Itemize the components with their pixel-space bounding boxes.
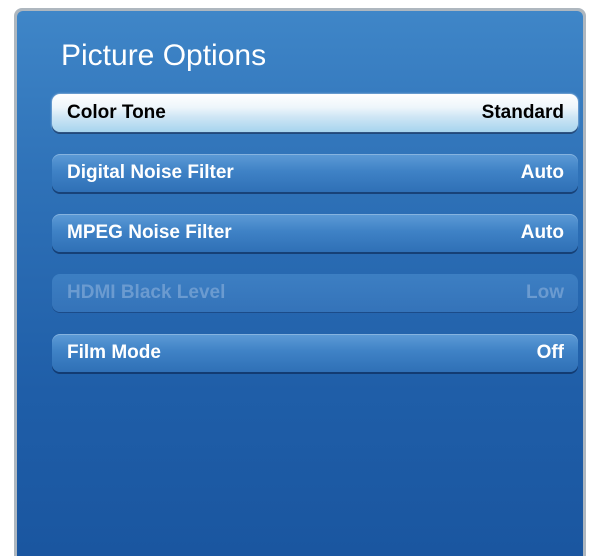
menu-item-digital-noise-filter[interactable]: Digital Noise Filter Auto bbox=[52, 154, 578, 192]
picture-options-window: Picture Options Color Tone Standard Digi… bbox=[14, 8, 586, 556]
menu-item-mpeg-noise-filter[interactable]: MPEG Noise Filter Auto bbox=[52, 214, 578, 252]
menu-item-label: MPEG Noise Filter bbox=[67, 222, 232, 243]
menu-item-film-mode[interactable]: Film Mode Off bbox=[52, 334, 578, 372]
menu-item-hdmi-black-level: HDMI Black Level Low bbox=[52, 274, 578, 312]
picture-options-panel: Picture Options Color Tone Standard Digi… bbox=[17, 11, 583, 556]
menu-item-value: Off bbox=[536, 342, 564, 363]
menu-item-value: Low bbox=[526, 282, 564, 303]
menu-item-value: Auto bbox=[520, 162, 564, 183]
menu-item-color-tone[interactable]: Color Tone Standard bbox=[52, 94, 578, 132]
menu-item-label: Digital Noise Filter bbox=[67, 162, 234, 183]
menu-item-label: Film Mode bbox=[67, 342, 161, 363]
menu-item-label: HDMI Black Level bbox=[67, 282, 226, 303]
panel-title: Picture Options bbox=[61, 39, 267, 72]
options-menu: Color Tone Standard Digital Noise Filter… bbox=[52, 94, 578, 394]
menu-item-label: Color Tone bbox=[67, 102, 166, 123]
menu-item-value: Auto bbox=[520, 222, 564, 243]
menu-item-value: Standard bbox=[481, 102, 564, 123]
